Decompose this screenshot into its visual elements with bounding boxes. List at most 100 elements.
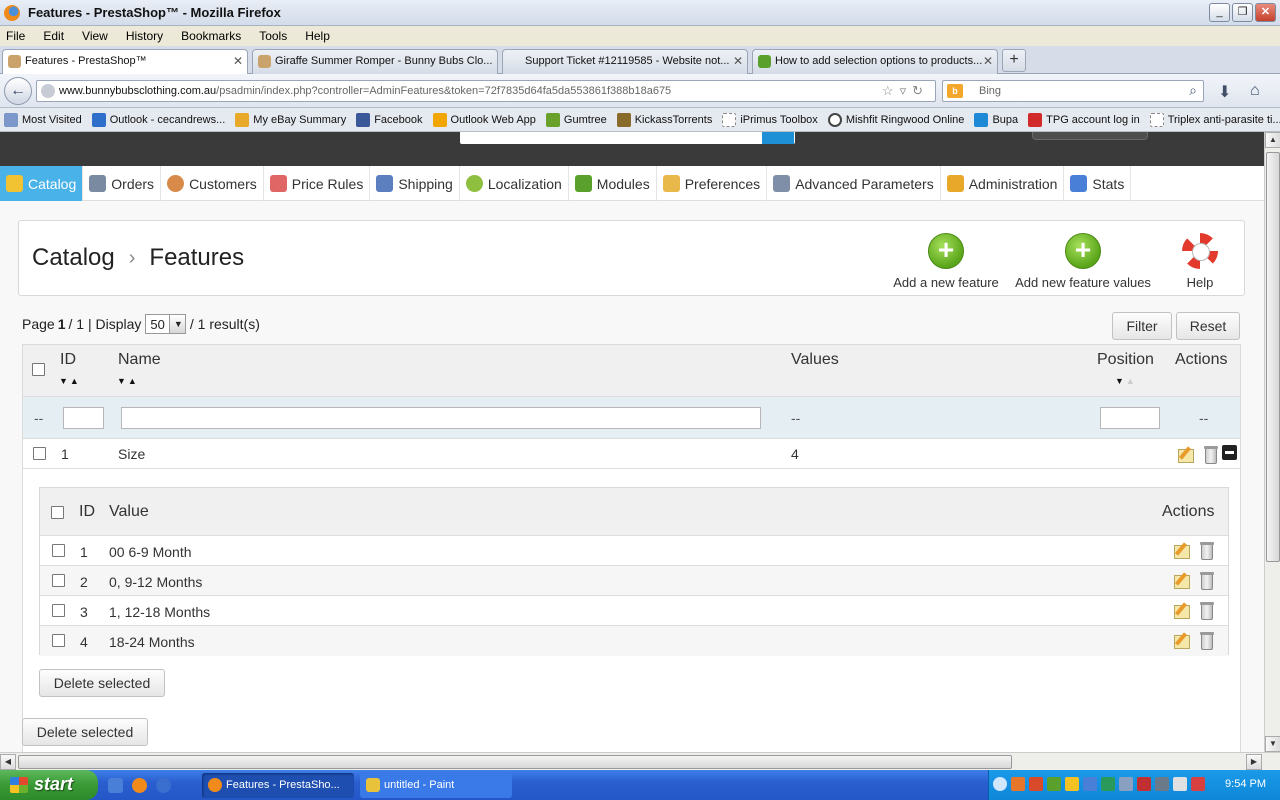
minimize-button[interactable]: _ xyxy=(1209,3,1230,22)
edit-icon[interactable] xyxy=(1174,603,1190,619)
bookmark-tpg[interactable]: TPG account log in xyxy=(1028,112,1140,127)
tray-app-icon[interactable] xyxy=(1083,777,1097,791)
home-icon[interactable]: ⌂ xyxy=(1250,82,1260,100)
edit-icon[interactable] xyxy=(1174,543,1190,559)
delete-selected-button[interactable]: Delete selected xyxy=(22,718,148,746)
tray-app-icon[interactable] xyxy=(1065,777,1079,791)
menu-bookmarks[interactable]: Bookmarks xyxy=(178,29,244,43)
nav-orders[interactable]: Orders xyxy=(83,166,162,201)
close-tab-icon[interactable]: ✕ xyxy=(733,54,743,68)
new-tab-button[interactable]: + xyxy=(1002,49,1026,72)
delete-icon[interactable] xyxy=(1200,632,1214,650)
tab-features[interactable]: Features - PrestaShop™ ✕ xyxy=(2,49,248,75)
tab-giraffe-romper[interactable]: Giraffe Summer Romper - Bunny Bubs Clo..… xyxy=(252,49,498,74)
value-row-checkbox[interactable] xyxy=(52,544,65,557)
volume-icon[interactable] xyxy=(1173,777,1187,791)
header-search-button[interactable] xyxy=(762,132,794,144)
bookmark-star-icon[interactable]: ☆▿↻ xyxy=(882,83,929,99)
filter-position-input[interactable] xyxy=(1100,407,1160,429)
network-icon[interactable] xyxy=(1119,777,1133,791)
sort-id-arrows-icon[interactable]: ▼▲ xyxy=(59,376,81,386)
start-button[interactable]: start xyxy=(0,770,98,800)
site-identity-icon[interactable] xyxy=(41,84,55,98)
menu-view[interactable]: View xyxy=(79,29,111,43)
nav-catalog[interactable]: Catalog xyxy=(0,166,84,201)
nav-stats[interactable]: Stats xyxy=(1064,166,1132,201)
search-bar[interactable]: b Bing ⌕ xyxy=(942,80,1204,102)
show-desktop-icon[interactable] xyxy=(108,778,123,793)
bing-engine-icon[interactable]: b xyxy=(947,84,963,98)
delete-selected-values-button[interactable]: Delete selected xyxy=(39,669,165,697)
restore-button[interactable]: ❐ xyxy=(1232,3,1253,22)
edit-icon[interactable] xyxy=(1174,633,1190,649)
nav-advanced-parameters[interactable]: Advanced Parameters xyxy=(767,166,941,201)
nav-customers[interactable]: Customers xyxy=(161,166,264,201)
download-icon[interactable]: ⬇ xyxy=(1218,82,1231,102)
nav-price-rules[interactable]: Price Rules xyxy=(264,166,371,201)
vertical-scrollbar[interactable]: ▲ ▼ xyxy=(1264,132,1280,752)
select-all-checkbox[interactable] xyxy=(32,363,45,376)
bookmark-facebook[interactable]: Facebook xyxy=(356,112,423,127)
collapse-icon[interactable] xyxy=(1222,445,1237,460)
row-checkbox[interactable] xyxy=(33,447,46,460)
menu-tools[interactable]: Tools xyxy=(256,29,290,43)
nav-administration[interactable]: Administration xyxy=(941,166,1065,201)
close-tab-icon[interactable]: ✕ xyxy=(983,54,993,68)
add-feature-values-button[interactable]: + Add new feature values xyxy=(1015,233,1151,290)
reset-button[interactable]: Reset xyxy=(1176,312,1240,340)
bookmark-bupa[interactable]: Bupa xyxy=(974,112,1018,127)
close-tab-icon[interactable]: ✕ xyxy=(233,54,243,68)
add-feature-button[interactable]: + Add a new feature xyxy=(891,233,1001,290)
help-button[interactable]: Help xyxy=(1179,233,1221,290)
nav-modules[interactable]: Modules xyxy=(569,166,657,201)
delete-icon[interactable] xyxy=(1204,446,1218,464)
close-window-button[interactable]: ✕ xyxy=(1255,3,1276,22)
value-row[interactable]: 4 18-24 Months xyxy=(40,626,1228,656)
header-quick-access[interactable] xyxy=(1032,132,1148,140)
scroll-up-icon[interactable]: ▲ xyxy=(1265,132,1280,148)
value-row[interactable]: 3 1, 12-18 Months xyxy=(40,596,1228,626)
tray-app-icon[interactable] xyxy=(1047,777,1061,791)
bookmark-iprimus[interactable]: iPrimus Toolbox xyxy=(722,112,818,127)
table-row[interactable]: 1 Size 4 xyxy=(23,439,1240,469)
url-bar[interactable]: www.bunnybubsclothing.com.au/psadmin/ind… xyxy=(36,80,936,102)
taskbar-paint[interactable]: untitled - Paint xyxy=(360,773,512,798)
delete-icon[interactable] xyxy=(1200,572,1214,590)
search-icon[interactable]: ⌕ xyxy=(1189,82,1197,99)
menu-help[interactable]: Help xyxy=(302,29,333,43)
value-row-checkbox[interactable] xyxy=(52,604,65,617)
edit-icon[interactable] xyxy=(1174,573,1190,589)
nav-shipping[interactable]: Shipping xyxy=(370,166,460,201)
value-row-checkbox[interactable] xyxy=(52,634,65,647)
sort-position-arrows-icon[interactable]: ▼▲ xyxy=(1115,376,1137,386)
value-row-checkbox[interactable] xyxy=(52,574,65,587)
nav-preferences[interactable]: Preferences xyxy=(657,166,768,201)
bookmark-mishfit[interactable]: Mishfit Ringwood Online xyxy=(827,112,964,127)
display-count-select[interactable]: 50 ▼ xyxy=(145,314,186,334)
select-all-values-checkbox[interactable] xyxy=(51,506,64,519)
tray-app-icon[interactable] xyxy=(1155,777,1169,791)
scroll-right-icon[interactable]: ▶ xyxy=(1246,754,1262,770)
scroll-left-icon[interactable]: ◀ xyxy=(0,754,16,770)
bookmark-triplex[interactable]: Triplex anti-parasite ti... xyxy=(1149,112,1280,127)
bookmark-kickasstorrents[interactable]: KickassTorrents xyxy=(616,112,712,127)
delete-icon[interactable] xyxy=(1200,542,1214,560)
sort-name-arrows-icon[interactable]: ▼▲ xyxy=(117,376,139,386)
tray-expand-icon[interactable] xyxy=(993,777,1007,791)
nav-localization[interactable]: Localization xyxy=(460,166,569,201)
tray-app-icon[interactable] xyxy=(1191,777,1205,791)
breadcrumb-parent[interactable]: Catalog xyxy=(32,244,115,272)
tray-app-icon[interactable] xyxy=(1029,777,1043,791)
tab-support-ticket[interactable]: Support Ticket #12119585 - Website not..… xyxy=(502,49,748,74)
scroll-down-icon[interactable]: ▼ xyxy=(1265,736,1280,752)
bookmark-gumtree[interactable]: Gumtree xyxy=(545,112,607,127)
horizontal-scroll-thumb[interactable] xyxy=(18,755,1012,769)
filter-id-input[interactable] xyxy=(63,407,104,429)
bookmark-outlook-web-app[interactable]: Outlook Web App xyxy=(432,112,536,127)
bookmark-ebay[interactable]: My eBay Summary xyxy=(235,112,346,127)
media-player-icon[interactable] xyxy=(156,778,171,793)
menu-edit[interactable]: Edit xyxy=(40,29,67,43)
tab-how-to-add-options[interactable]: How to add selection options to products… xyxy=(752,49,998,74)
filter-button[interactable]: Filter xyxy=(1112,312,1172,340)
value-row[interactable]: 1 00 6-9 Month xyxy=(40,536,1228,566)
